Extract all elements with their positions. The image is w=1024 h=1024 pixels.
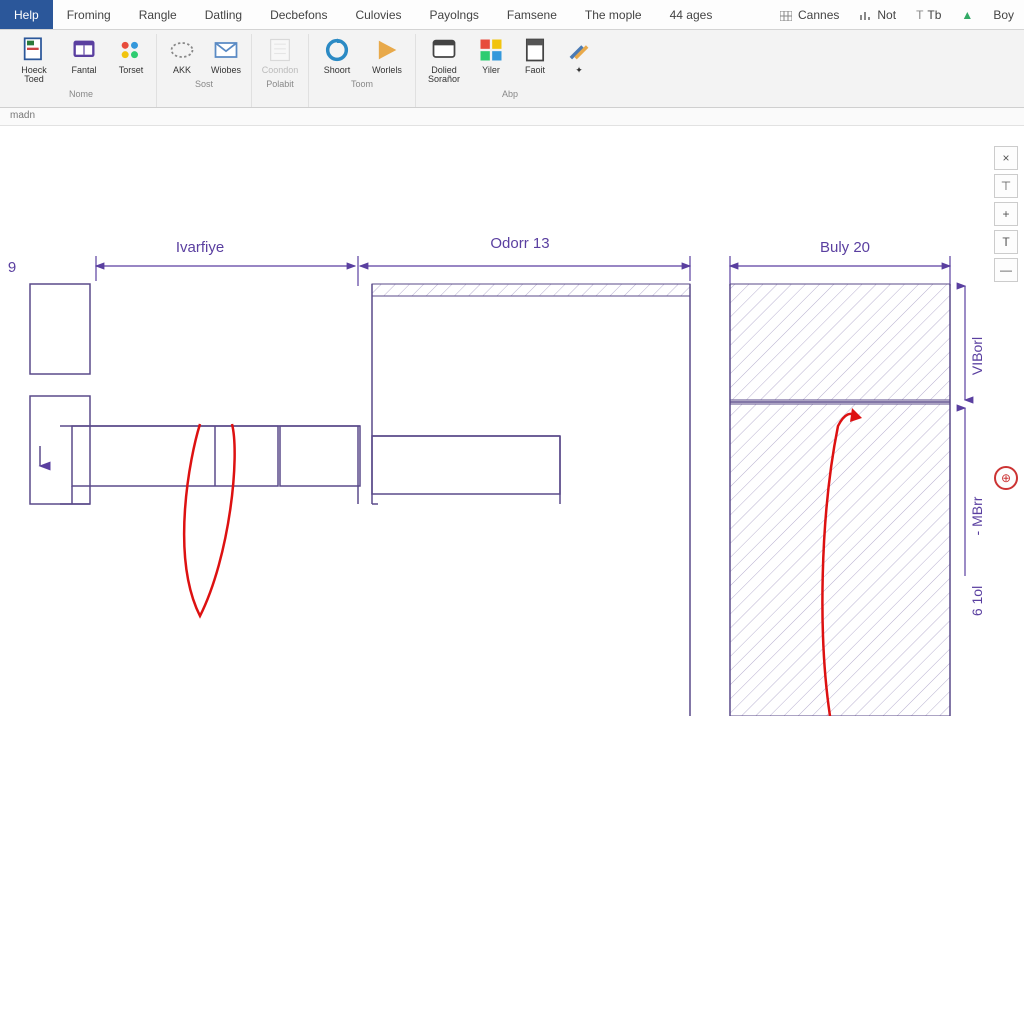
tool-line[interactable]: — xyxy=(994,258,1018,282)
grid4-icon xyxy=(477,36,505,64)
drawing-canvas[interactable]: Ivarfiye Odorr 13 Buly 20 9 xyxy=(0,156,990,716)
sheet-icon xyxy=(266,36,294,64)
ribbon-btn-label: Yiler xyxy=(482,66,500,75)
ribbon-btn-faoit[interactable]: Faoit xyxy=(516,34,554,87)
ribbon-btn-dolied[interactable]: Dolied Sorañor xyxy=(422,34,466,87)
table-icon xyxy=(70,36,98,64)
menu-tab-froming[interactable]: Froming xyxy=(53,0,125,29)
refresh-icon xyxy=(323,36,351,64)
ribbon-group-toom: Shoort Worlels Toom xyxy=(309,34,416,107)
vdim-61ol: 6 1ol xyxy=(969,586,985,616)
ribbon-group-label: Toom xyxy=(351,79,373,89)
ribbon-btn-yiler[interactable]: Yiler xyxy=(472,34,510,87)
ribbon-group-label: Abp xyxy=(502,89,518,99)
ribbon-btn-label: Hoeck Toed xyxy=(21,66,47,85)
menu-tab-decbefons[interactable]: Decbefons xyxy=(256,0,341,29)
menu-tab-culovies[interactable]: Culovies xyxy=(341,0,415,29)
ribbon-btn-label: AKK xyxy=(173,66,191,75)
envelope-icon xyxy=(212,36,240,64)
text-icon: T xyxy=(916,8,923,22)
ribbon-btn-tools[interactable]: ✦ xyxy=(560,34,598,87)
ribbon-btn-shoort[interactable]: Shoort xyxy=(315,34,359,77)
shape-icon xyxy=(168,36,196,64)
ribbon-btn-akk[interactable]: AKK xyxy=(163,34,201,77)
up-arrow-icon: ▲ xyxy=(961,8,973,22)
menu-tab-datling[interactable]: Datling xyxy=(191,0,256,29)
ribbon-group-label: Polabit xyxy=(266,79,294,89)
ribbon-group-label: Nome xyxy=(69,89,93,99)
ribbon-btn-torset[interactable]: Torset xyxy=(112,34,150,87)
page-icon xyxy=(521,36,549,64)
grid-icon xyxy=(780,10,792,20)
ribbon-btn-label: Torset xyxy=(119,66,144,75)
tool-plus[interactable]: + xyxy=(994,202,1018,226)
right-toolbar: × ⊤ + T — ⊕ xyxy=(994,146,1022,490)
menu-tab-famsene[interactable]: Famsene xyxy=(493,0,571,29)
ribbon-group-nome: Hoeck Toed Fantal Torset Nome xyxy=(6,34,157,107)
ribbon: Hoeck Toed Fantal Torset Nome AKK Wiobes xyxy=(0,30,1024,108)
vdim-viborl: VIBorl xyxy=(969,337,985,375)
ribbon-btn-wiobes[interactable]: Wiobes xyxy=(207,34,245,77)
ribbon-btn-worlels[interactable]: Worlels xyxy=(365,34,409,77)
document-icon xyxy=(20,36,48,64)
ribbon-btn-label: Shoort xyxy=(324,66,351,75)
tool-top[interactable]: ⊤ xyxy=(994,174,1018,198)
menu-right-cannes[interactable]: Cannes xyxy=(770,8,849,22)
ribbon-btn-label: Faoit xyxy=(525,66,545,75)
tool-target[interactable]: ⊕ xyxy=(994,466,1018,490)
menu-tab-44ages[interactable]: 44 ages xyxy=(656,0,727,29)
tools-icon xyxy=(565,36,593,64)
menu-tab-themople[interactable]: The mople xyxy=(571,0,656,29)
ribbon-group-label: Sost xyxy=(195,79,213,89)
left-marker: 9 xyxy=(8,259,16,276)
annotation-mark-1 xyxy=(184,424,234,616)
menu-right-tb[interactable]: T Tb xyxy=(906,8,951,22)
ribbon-btn-label: Dolied Sorañor xyxy=(428,66,460,85)
menu-right-label: Cannes xyxy=(798,8,839,22)
menu-right-label: Not xyxy=(877,8,896,22)
vdim-mbrr: - MBrr xyxy=(969,496,985,535)
ribbon-btn-label: Coondon xyxy=(262,66,299,75)
screen-icon xyxy=(430,36,458,64)
dim-label-buly: Buly 20 xyxy=(820,239,870,256)
tool-text[interactable]: T xyxy=(994,230,1018,254)
drawing-canvas-wrap: Ivarfiye Odorr 13 Buly 20 9 xyxy=(0,126,1024,1024)
menu-right-up[interactable]: ▲ xyxy=(951,8,983,22)
menu-tab-help[interactable]: Help xyxy=(0,0,53,29)
menu-tab-payolngs[interactable]: Payolngs xyxy=(416,0,493,29)
ribbon-btn-coondon: Coondon xyxy=(258,34,302,77)
tool-close[interactable]: × xyxy=(994,146,1018,170)
menu-right-boy[interactable]: Boy xyxy=(983,8,1024,22)
menubar: Help Froming Rangle Datling Decbefons Cu… xyxy=(0,0,1024,30)
dim-label-odorr: Odorr 13 xyxy=(490,235,549,252)
ribbon-btn-hoeck[interactable]: Hoeck Toed xyxy=(12,34,56,87)
ribbon-btn-label: Worlels xyxy=(372,66,402,75)
dots-icon xyxy=(117,36,145,64)
menu-right-label: Tb xyxy=(927,8,941,22)
play-icon xyxy=(373,36,401,64)
formula-bar[interactable]: madn xyxy=(0,108,1024,126)
ribbon-btn-label: Wiobes xyxy=(211,66,241,75)
ribbon-btn-label: Fantal xyxy=(71,66,96,75)
ribbon-group-sost: AKK Wiobes Sost xyxy=(157,34,252,107)
menu-tab-rangle[interactable]: Rangle xyxy=(125,0,191,29)
ribbon-btn-label: ✦ xyxy=(575,66,583,75)
dim-label-ivarfiye: Ivarfiye xyxy=(176,239,224,256)
ribbon-group-abp: Dolied Sorañor Yiler Faoit ✦ Abp xyxy=(416,34,604,107)
bars-icon xyxy=(859,10,871,20)
ribbon-btn-fantal[interactable]: Fantal xyxy=(62,34,106,87)
menu-right-not[interactable]: Not xyxy=(849,8,906,22)
ribbon-group-polabit: Coondon Polabit xyxy=(252,34,309,107)
